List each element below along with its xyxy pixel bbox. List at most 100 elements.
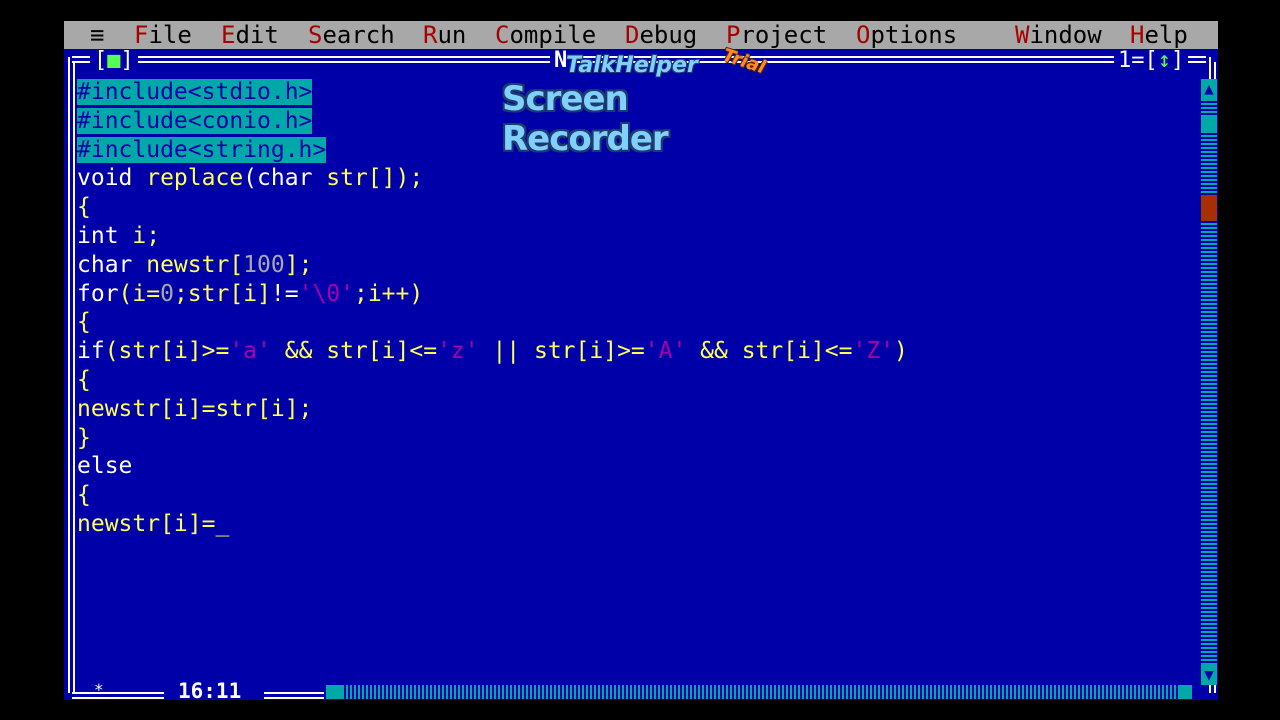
expression: ;str[i] bbox=[173, 280, 271, 307]
window-frame-left bbox=[68, 57, 70, 693]
symbol: ]; bbox=[284, 251, 313, 278]
code-line[interactable]: { bbox=[77, 193, 1201, 222]
close-square-icon: ■ bbox=[107, 48, 121, 73]
brace: { bbox=[77, 194, 91, 221]
scroll-up-arrow-icon[interactable]: ▲ bbox=[1201, 79, 1217, 99]
system-menu[interactable]: ≡ bbox=[90, 21, 104, 49]
text-cursor: _ bbox=[215, 510, 230, 537]
menu-run-label: un bbox=[437, 21, 467, 49]
window-frame-top bbox=[72, 56, 1206, 58]
window-close-button[interactable]: [■] bbox=[90, 49, 138, 73]
close-bracket-left: [ bbox=[94, 48, 108, 73]
menu-project[interactable]: Project bbox=[726, 21, 827, 49]
expression: || str[i]>= bbox=[478, 338, 645, 365]
scroll-marker bbox=[1201, 115, 1217, 133]
window-frame-top-inner bbox=[72, 61, 1206, 63]
menu-search[interactable]: Search bbox=[308, 21, 395, 49]
code-line[interactable]: #include<stdio.h> bbox=[77, 78, 1201, 107]
code-line[interactable]: else bbox=[77, 452, 1201, 481]
code-line[interactable]: #include<conio.h> bbox=[77, 107, 1201, 136]
keyword: if bbox=[77, 338, 105, 365]
vertical-scroll-thumb[interactable] bbox=[1201, 195, 1217, 221]
menu-project-hotkey: P bbox=[726, 21, 741, 49]
code-editor[interactable]: #include<stdio.h> #include<conio.h> #inc… bbox=[77, 78, 1201, 678]
scroll-down-arrow-icon[interactable]: ▼ bbox=[1201, 665, 1217, 685]
vertical-scroll-track[interactable] bbox=[1201, 99, 1217, 665]
code-line[interactable]: { bbox=[77, 481, 1201, 510]
menu-help-label: elp bbox=[1144, 21, 1188, 49]
code-line[interactable]: { bbox=[77, 366, 1201, 395]
code-line[interactable]: void replace(char str[]); bbox=[77, 164, 1201, 193]
menu-debug-label: ebug bbox=[639, 21, 698, 49]
brace: { bbox=[77, 309, 91, 336]
keyword: else bbox=[77, 453, 133, 480]
statement: newstr[i]= bbox=[77, 510, 216, 537]
code-line[interactable]: #include<string.h> bbox=[77, 136, 1201, 165]
code-line[interactable]: { bbox=[77, 308, 1201, 337]
menu-options[interactable]: Options bbox=[856, 21, 957, 49]
selected-text: #include<stdio.h> bbox=[77, 79, 313, 105]
menu-file[interactable]: File bbox=[134, 21, 192, 49]
menu-debug[interactable]: Debug bbox=[625, 21, 697, 49]
window-frame-bottom-inner bbox=[72, 697, 164, 699]
menu-bar: ≡ File Edit Search Run Compile Debug Pro… bbox=[64, 21, 1218, 49]
expression: (i= bbox=[118, 280, 161, 307]
selected-text: #include<string.h> bbox=[77, 136, 327, 163]
identifier: replace bbox=[132, 165, 244, 192]
code-line[interactable]: char newstr[100]; bbox=[77, 251, 1201, 280]
menu-compile[interactable]: Compile bbox=[495, 21, 596, 49]
code-line[interactable]: } bbox=[77, 424, 1201, 453]
code-line[interactable]: if(str[i]>='a' && str[i]<='z' || str[i]>… bbox=[77, 337, 1201, 366]
window-frame-left-inner bbox=[73, 62, 75, 693]
char-literal: 'a' bbox=[229, 338, 271, 365]
menu-help[interactable]: Help bbox=[1130, 21, 1188, 49]
menu-debug-hotkey: D bbox=[625, 21, 640, 49]
identifier: newstr[ bbox=[132, 251, 244, 278]
scroll-left-arrow-icon[interactable] bbox=[326, 685, 342, 699]
expression: (str[i]>= bbox=[104, 338, 230, 365]
menu-help-hotkey: H bbox=[1130, 21, 1145, 49]
brace: { bbox=[77, 366, 91, 393]
char-literal: 'A' bbox=[644, 338, 687, 365]
selected-text: #include<conio.h> bbox=[77, 107, 313, 134]
keyword: char bbox=[257, 165, 313, 192]
char-literal: 'Z' bbox=[852, 338, 895, 365]
identifier: str[]); bbox=[312, 165, 424, 192]
menu-run[interactable]: Run bbox=[423, 21, 466, 49]
menu-compile-label: ompile bbox=[509, 21, 597, 49]
brace: { bbox=[77, 482, 91, 509]
code-line[interactable]: for(i=0;str[i]!='\0';i++) bbox=[77, 280, 1201, 309]
keyword: char bbox=[77, 251, 133, 278]
char-literal: 'z' bbox=[437, 338, 479, 365]
menu-project-label: roject bbox=[740, 21, 828, 49]
menu-window-label: indow bbox=[1029, 21, 1102, 49]
menu-options-label: ptions bbox=[870, 21, 958, 49]
modified-indicator: * bbox=[94, 680, 104, 699]
menu-window[interactable]: Window bbox=[1015, 21, 1102, 49]
menu-edit[interactable]: Edit bbox=[221, 21, 279, 49]
scroll-right-arrow-icon[interactable] bbox=[1178, 685, 1192, 699]
window-number-zoom[interactable]: 1=[↕] bbox=[1114, 48, 1189, 73]
keyword: int bbox=[77, 222, 119, 249]
menu-search-label: earch bbox=[322, 21, 395, 49]
window-file-name: N bbox=[550, 49, 572, 73]
zoom-arrow-icon[interactable]: ↕ bbox=[1158, 48, 1171, 73]
code-line[interactable]: int i; bbox=[77, 222, 1201, 251]
menu-compile-hotkey: C bbox=[495, 21, 510, 49]
horizontal-scrollbar[interactable] bbox=[326, 685, 1192, 699]
symbol: ( bbox=[243, 165, 258, 192]
keyword: void bbox=[77, 165, 133, 192]
number-literal: 100 bbox=[243, 251, 285, 278]
editor-window[interactable]: [■] N 1=[↕] TalkHelper Trial Screen Reco… bbox=[64, 45, 1218, 702]
number-literal: 0 bbox=[160, 280, 174, 307]
vertical-scrollbar[interactable]: ▲ ▼ bbox=[1201, 79, 1217, 685]
identifier: i; bbox=[118, 222, 161, 249]
code-line[interactable]: newstr[i]=str[i]; bbox=[77, 395, 1201, 424]
char-literal: '\0' bbox=[298, 280, 354, 307]
code-line[interactable]: newstr[i]=_ bbox=[77, 510, 1201, 539]
window-frame-bottom bbox=[264, 692, 324, 694]
menu-window-hotkey: W bbox=[1015, 21, 1030, 49]
expression: ;i++) bbox=[353, 280, 424, 307]
expression: && str[i]<= bbox=[686, 338, 853, 365]
expression: && str[i]<= bbox=[270, 338, 438, 365]
